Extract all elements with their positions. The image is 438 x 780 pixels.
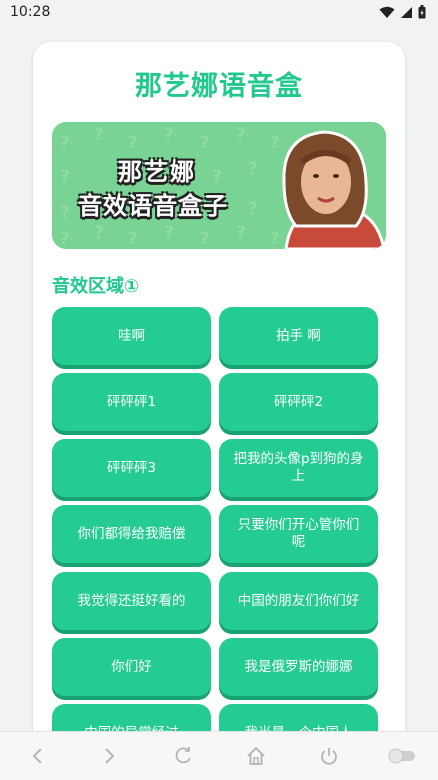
sound-button[interactable]: 砰砰砰3 bbox=[52, 439, 211, 497]
person-illustration bbox=[282, 130, 386, 249]
chevron-left-icon bbox=[32, 748, 42, 764]
banner-title-line-1: 那艺娜 bbox=[118, 158, 196, 186]
sound-button[interactable]: 你们好 bbox=[52, 638, 211, 696]
banner-title-line-2: 音效语音盒子 bbox=[78, 192, 228, 220]
sound-button[interactable]: 你们都得给我赔偿 bbox=[52, 505, 211, 563]
svg-text:?: ? bbox=[94, 125, 104, 145]
home-button[interactable] bbox=[236, 736, 276, 776]
forward-button[interactable] bbox=[90, 736, 130, 776]
sound-button[interactable]: 砰砰砰1 bbox=[52, 373, 211, 431]
chevron-right-icon bbox=[104, 748, 114, 764]
sound-button[interactable]: 砰砰砰2 bbox=[219, 373, 378, 431]
svg-text:?: ? bbox=[236, 223, 246, 243]
svg-text:?: ? bbox=[236, 125, 246, 145]
toggle-icon bbox=[388, 748, 415, 764]
svg-text:?: ? bbox=[60, 167, 70, 187]
reload-button[interactable] bbox=[163, 736, 203, 776]
browser-nav-bar bbox=[0, 731, 438, 780]
power-icon bbox=[320, 748, 337, 765]
svg-text:?: ? bbox=[128, 133, 138, 153]
banner-image: ??????? ??? ?? ??????? 那艺娜 音效语音盒子 bbox=[52, 122, 386, 249]
svg-text:?: ? bbox=[200, 133, 210, 153]
sound-button[interactable]: 把我的头像p到狗的身上 bbox=[219, 439, 378, 497]
toggle-switch[interactable] bbox=[382, 736, 422, 776]
svg-text:?: ? bbox=[94, 223, 104, 243]
reload-icon bbox=[175, 747, 191, 764]
svg-text:?: ? bbox=[164, 125, 174, 145]
svg-text:?: ? bbox=[60, 133, 70, 153]
sound-button[interactable]: 中国的朋友们你们好 bbox=[219, 572, 378, 630]
wifi-icon bbox=[379, 6, 395, 18]
sound-button[interactable]: 我觉得还挺好看的 bbox=[52, 572, 211, 630]
svg-text:?: ? bbox=[60, 203, 70, 223]
svg-text:?: ? bbox=[164, 223, 174, 243]
sound-button[interactable]: 我是俄罗斯的娜娜 bbox=[219, 638, 378, 696]
back-button[interactable] bbox=[17, 736, 57, 776]
sound-button[interactable]: 哇啊 bbox=[52, 307, 211, 365]
status-bar: 10:28 bbox=[0, 0, 438, 24]
status-time: 10:28 bbox=[10, 4, 51, 20]
section-title: 音效区域① bbox=[52, 276, 140, 297]
power-button[interactable] bbox=[309, 736, 349, 776]
app-title: 那艺娜语音盒 bbox=[135, 71, 303, 102]
signal-icon bbox=[401, 6, 412, 18]
sound-button[interactable]: 只要你们开心管你们呢 bbox=[219, 505, 378, 563]
svg-text:?: ? bbox=[200, 229, 210, 249]
battery-icon bbox=[418, 5, 426, 19]
status-icons bbox=[379, 5, 426, 19]
svg-text:?: ? bbox=[128, 229, 138, 249]
svg-text:?: ? bbox=[60, 229, 70, 249]
svg-text:?: ? bbox=[212, 167, 222, 187]
sound-button[interactable]: 拍手 啊 bbox=[219, 307, 378, 365]
home-icon bbox=[246, 746, 265, 765]
